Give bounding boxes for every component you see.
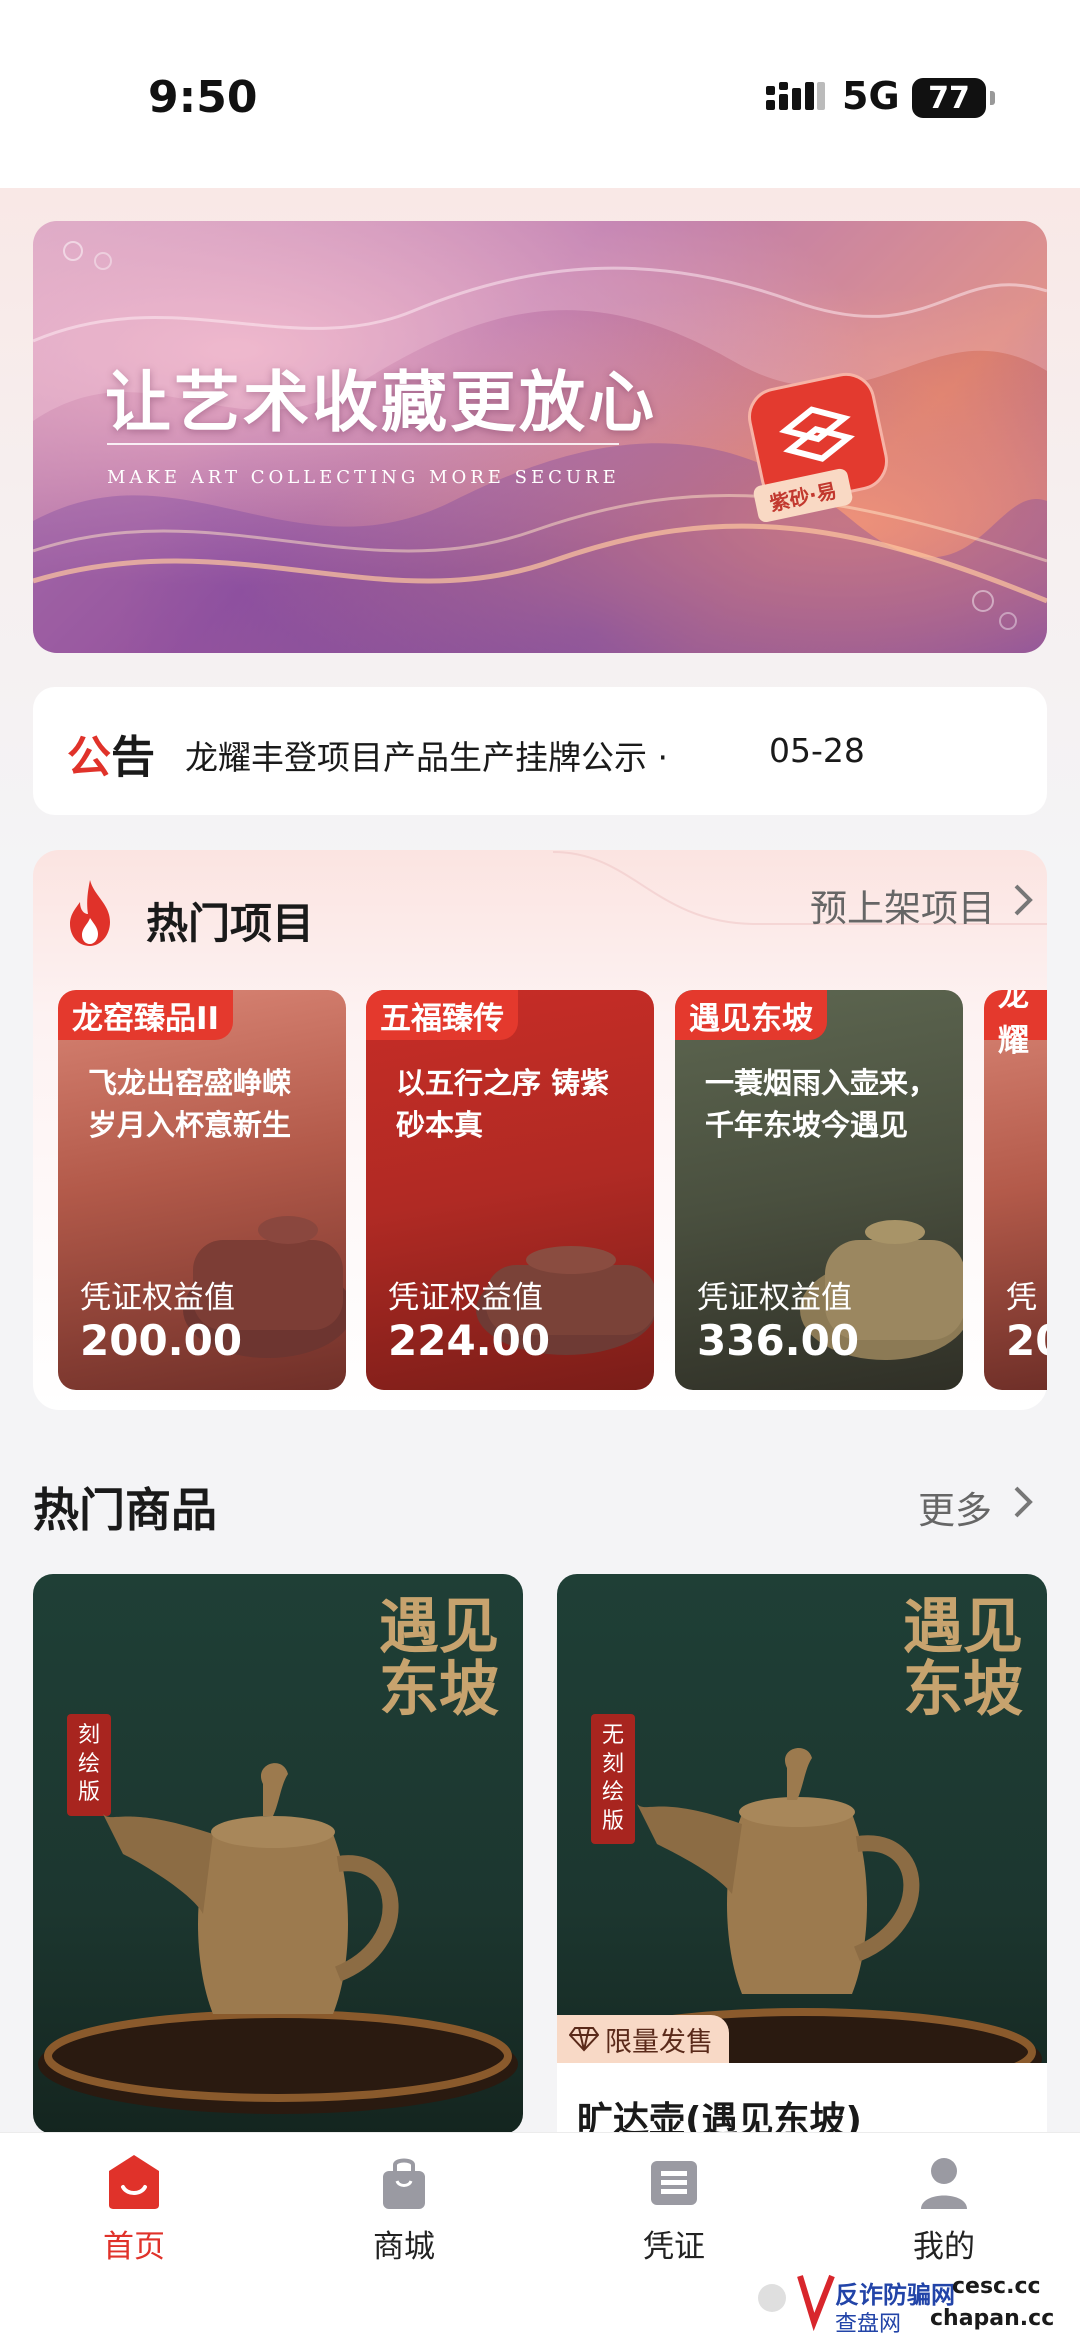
project-tag: 五福臻传: [366, 990, 518, 1040]
signal-icon: [766, 82, 825, 110]
announcement-badge-char-1: 公: [67, 732, 111, 783]
hot-projects-title: 热门项目: [146, 899, 315, 948]
chevron-right-icon[interactable]: [1010, 882, 1036, 918]
project-caption: 凭证权益值: [697, 1280, 852, 1316]
product-card[interactable]: 遇见东坡 刻绘版: [33, 1574, 523, 2134]
diamond-icon: [569, 2027, 599, 2052]
project-card[interactable]: 一蓑烟雨入壶来， 千年东坡今遇见 遇见东坡 凭证权益值 336.00: [675, 990, 963, 1390]
project-headline: 飞龙出窑盛峥嵘 岁月入杯意新生: [88, 1066, 292, 1143]
status-time: 9:50: [148, 72, 258, 123]
certificate-icon: [651, 2161, 697, 2205]
tab-label: 首页: [103, 2229, 165, 2265]
battery-icon: 77: [912, 78, 995, 118]
project-value: 20: [1006, 1316, 1047, 1365]
teapot-image: [637, 1747, 920, 1994]
pre-listing-link[interactable]: 预上架项目: [810, 878, 995, 932]
shopping-bag-icon: [383, 2158, 425, 2209]
watermark-text-2: 查盘网: [835, 2312, 902, 2337]
project-value: 336.00: [697, 1316, 860, 1365]
flame-icon: [70, 880, 110, 946]
limited-sale-label: 限量发售: [605, 2026, 713, 2058]
network-type: 5G: [842, 74, 900, 118]
watermark-text-3: cesc.cc: [952, 2274, 1041, 2299]
announcement-badge: 公告: [67, 721, 155, 785]
announcement-bar[interactable]: 公告 龙耀丰登项目产品生产挂牌公示 · 05-28: [33, 687, 1047, 815]
project-card[interactable]: 龙耀 凭 20: [984, 990, 1047, 1390]
status-bar: 9:50 5G 77: [0, 0, 1080, 188]
project-card[interactable]: 飞龙出窑盛峥嵘 岁月入杯意新生 龙窑臻品II 凭证权益值 200.00: [58, 990, 346, 1390]
project-headline: 一蓑烟雨入壶来， 千年东坡今遇见: [705, 1066, 938, 1143]
tab-label: 商城: [373, 2229, 435, 2265]
teapot-image: [103, 1763, 399, 2014]
watermark-text-4: chapan.cc: [930, 2306, 1055, 2331]
project-caption: 凭证权益值: [80, 1280, 235, 1316]
project-card[interactable]: 以五行之序 铸紫砂本真 五福臻传 凭证权益值 224.00: [366, 990, 654, 1390]
home-icon: [109, 2155, 159, 2209]
more-goods-link[interactable]: 更多: [918, 1480, 992, 1534]
tab-me[interactable]: 我的: [874, 2151, 1014, 2281]
tab-certificate[interactable]: 凭证: [604, 2151, 744, 2281]
tab-home[interactable]: 首页: [64, 2151, 204, 2281]
user-icon: [921, 2158, 967, 2209]
watermark-text-1: 反诈防骗网: [835, 2281, 955, 2309]
project-tag: 龙耀: [984, 990, 1047, 1059]
announcement-badge-char-2: 告: [111, 732, 155, 783]
project-tag: 龙窑臻品II: [58, 990, 234, 1040]
announcement-date: 05-28: [769, 731, 865, 770]
project-value: 224.00: [388, 1316, 551, 1365]
tab-mall[interactable]: 商城: [334, 2151, 474, 2281]
chevron-right-icon[interactable]: [1010, 1484, 1036, 1520]
announcement-text: 龙耀丰登项目产品生产挂牌公示 ·: [185, 738, 668, 777]
tab-label: 凭证: [643, 2229, 705, 2265]
project-tag: 遇见东坡: [675, 990, 827, 1040]
tab-label: 我的: [913, 2229, 975, 2265]
hot-goods-title: 热门商品: [33, 1483, 217, 1537]
banner-title: 让艺术收藏更放心: [105, 364, 657, 441]
banner-divider: [107, 443, 619, 445]
project-headline: 以五行之序 铸紫砂本真: [396, 1066, 610, 1143]
project-value: 200.00: [80, 1316, 243, 1365]
promo-banner[interactable]: 让艺术收藏更放心 MAKE ART COLLECTING MORE SECURE…: [33, 221, 1047, 653]
battery-level: 77: [928, 80, 970, 116]
banner-subtitle: MAKE ART COLLECTING MORE SECURE: [107, 467, 620, 488]
limited-sale-badge: 限量发售: [557, 2015, 729, 2063]
project-caption: 凭: [1006, 1280, 1037, 1316]
project-caption: 凭证权益值: [388, 1280, 543, 1316]
